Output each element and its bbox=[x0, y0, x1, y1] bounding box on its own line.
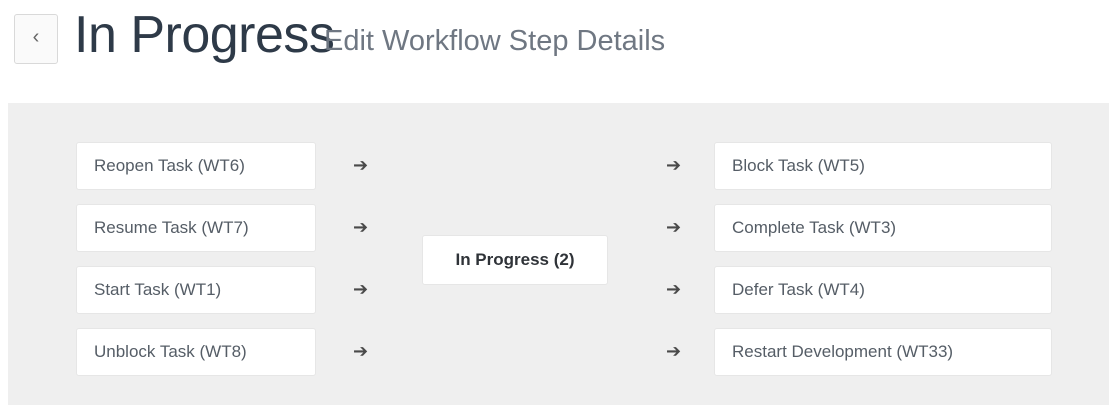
transition-label: Resume Task (WT7) bbox=[94, 218, 249, 237]
workflow-panel: Reopen Task (WT6) Resume Task (WT7) Star… bbox=[8, 103, 1109, 405]
incoming-transition-resume-task[interactable]: Resume Task (WT7) bbox=[76, 204, 316, 252]
transition-label: Complete Task (WT3) bbox=[732, 218, 897, 237]
arrow-right-icon: ➔ bbox=[353, 217, 369, 237]
incoming-transition-start-task[interactable]: Start Task (WT1) bbox=[76, 266, 316, 314]
incoming-transition-unblock-task[interactable]: Unblock Task (WT8) bbox=[76, 328, 316, 376]
incoming-transition-reopen-task[interactable]: Reopen Task (WT6) bbox=[76, 142, 316, 190]
transition-label: Start Task (WT1) bbox=[94, 280, 222, 299]
transition-label: Restart Development (WT33) bbox=[732, 342, 954, 361]
arrow-right-icon: ➔ bbox=[666, 155, 682, 175]
arrow-right-icon: ➔ bbox=[353, 155, 369, 175]
chevron-left-icon: ‹ bbox=[32, 26, 40, 48]
transition-label: Reopen Task (WT6) bbox=[94, 156, 245, 175]
page-subtitle: Edit Workflow Step Details bbox=[324, 25, 666, 57]
workflow-step-page: ‹ In Progress Edit Workflow Step Details… bbox=[0, 0, 1109, 410]
outgoing-transition-complete-task[interactable]: Complete Task (WT3) bbox=[714, 204, 1052, 252]
outgoing-transition-block-task[interactable]: Block Task (WT5) bbox=[714, 142, 1052, 190]
outgoing-transition-restart-development[interactable]: Restart Development (WT33) bbox=[714, 328, 1052, 376]
transition-label: Unblock Task (WT8) bbox=[94, 342, 247, 361]
arrow-right-icon: ➔ bbox=[666, 279, 682, 299]
arrow-right-icon: ➔ bbox=[353, 341, 369, 361]
arrow-right-icon: ➔ bbox=[666, 341, 682, 361]
back-button[interactable]: ‹ bbox=[14, 14, 58, 64]
arrow-right-icon: ➔ bbox=[666, 217, 682, 237]
current-state-label: In Progress (2) bbox=[455, 250, 575, 269]
current-state-box: In Progress (2) bbox=[422, 235, 608, 285]
outgoing-transition-defer-task[interactable]: Defer Task (WT4) bbox=[714, 266, 1052, 314]
transition-label: Defer Task (WT4) bbox=[732, 280, 865, 299]
arrow-right-icon: ➔ bbox=[353, 279, 369, 299]
page-title: In Progress bbox=[74, 6, 335, 64]
transition-label: Block Task (WT5) bbox=[732, 156, 865, 175]
